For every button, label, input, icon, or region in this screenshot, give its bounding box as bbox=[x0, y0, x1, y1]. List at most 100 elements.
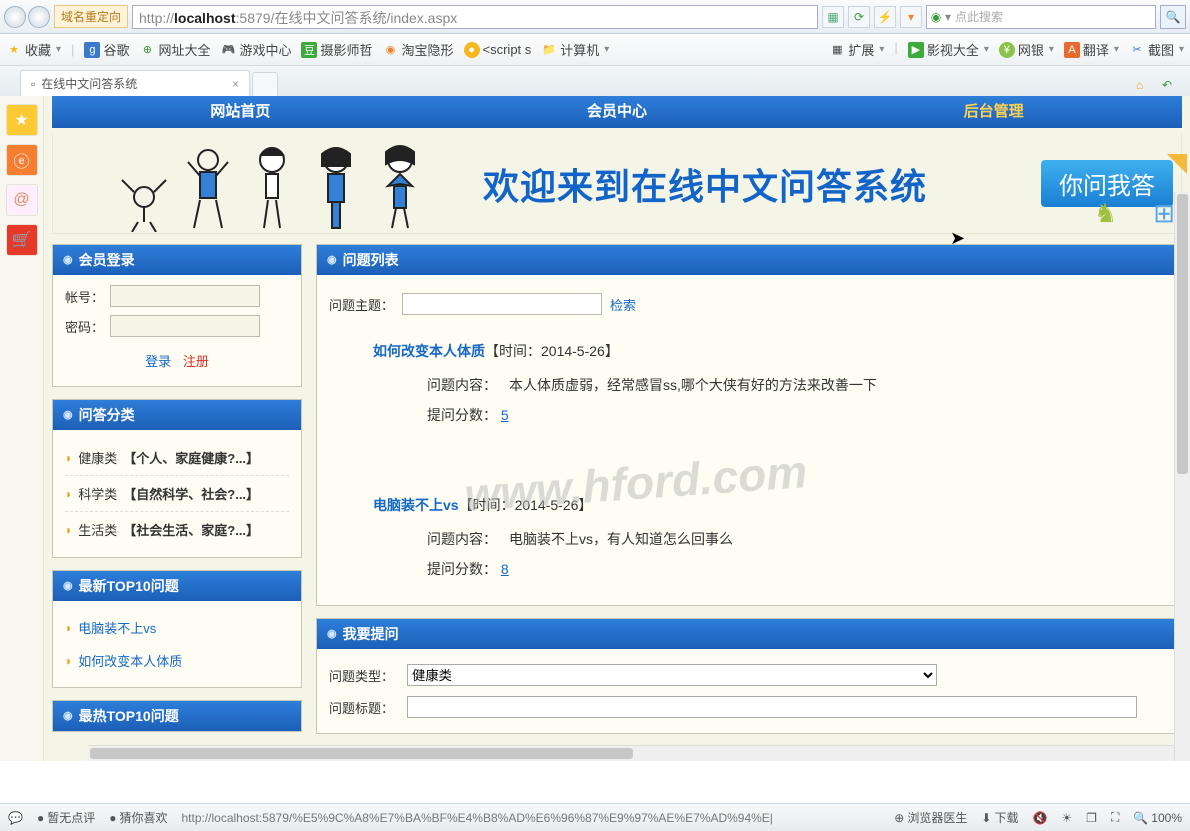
mute-icon[interactable]: 🔇 bbox=[1032, 811, 1047, 825]
question-title-link[interactable]: 如何改变本人体质 bbox=[373, 343, 485, 359]
category-row[interactable]: ◗生活类 【社会生活、家庭?...】 bbox=[65, 512, 289, 547]
status-url: http://localhost:5879/%E5%9C%A8%E7%BA%BF… bbox=[181, 811, 880, 825]
subject-label: 问题标题： bbox=[329, 698, 399, 717]
question-item: 如何改变本人体质【时间：2014-5-26】 问题内容：本人体质虚弱，经常感冒s… bbox=[373, 341, 1169, 425]
top10-row[interactable]: ◗如何改变本人体质 bbox=[65, 644, 289, 677]
sidebar-cart-icon[interactable]: 🛒 bbox=[6, 224, 38, 256]
favorites-menu[interactable]: ★收藏▾ bbox=[6, 40, 61, 59]
type-label: 问题类型： bbox=[329, 666, 399, 685]
question-list-title: 问题列表 bbox=[317, 245, 1181, 275]
bank-menu[interactable]: ¥网银▾ bbox=[999, 40, 1054, 59]
search-box[interactable]: ◉ ▾ 点此搜索 bbox=[926, 5, 1156, 29]
nav-home[interactable]: 网站首页 bbox=[52, 96, 429, 128]
vertical-scrollbar[interactable] bbox=[1174, 192, 1190, 761]
points-link[interactable]: 8 bbox=[501, 561, 509, 577]
bookmark-taobao[interactable]: ◉淘宝隐形 bbox=[383, 40, 454, 59]
question-search-input[interactable] bbox=[402, 293, 602, 315]
bookmark-bar: ★收藏▾ | g谷歌 ⊕网址大全 🎮游戏中心 豆摄影师哲 ◉淘宝隐形 ●<scr… bbox=[0, 34, 1190, 66]
content-text: 本人体质虚弱，经常感冒ss,哪个大侠有好的方法来改善一下 bbox=[509, 375, 877, 395]
bullet-icon: ◗ bbox=[65, 654, 72, 668]
hot10-panel: 最热TOP10问题 bbox=[52, 700, 302, 732]
login-link[interactable]: 登录 bbox=[145, 354, 171, 369]
browser-doctor[interactable]: ⊕ 浏览器医生 bbox=[894, 809, 967, 826]
category-row[interactable]: ◗科学类 【自然科学、社会?...】 bbox=[65, 476, 289, 512]
bullet-icon: ◗ bbox=[65, 523, 72, 537]
forward-button[interactable] bbox=[28, 6, 50, 28]
refresh-icon[interactable]: ⟳ bbox=[848, 6, 870, 28]
welcome-text: 欢迎来到在线中文问答系统 bbox=[483, 158, 1041, 210]
hot10-panel-title: 最热TOP10问题 bbox=[53, 701, 301, 731]
restore-icon[interactable]: ↶ bbox=[1162, 78, 1180, 96]
android-icon[interactable]: ♞ bbox=[1094, 198, 1117, 229]
sidebar-at-icon[interactable]: @ bbox=[6, 184, 38, 216]
category-row[interactable]: ◗健康类 【个人、家庭健康?...】 bbox=[65, 440, 289, 476]
search-button[interactable]: 🔍 bbox=[1160, 5, 1186, 29]
windows-icon[interactable]: ⊞ bbox=[1153, 198, 1175, 229]
search-engine-icon[interactable]: ◉ bbox=[927, 10, 945, 24]
tab-title: 在线中文问答系统 bbox=[41, 75, 137, 92]
register-link[interactable]: 注册 bbox=[183, 354, 209, 369]
bookmark-computer[interactable]: 📁计算机▾ bbox=[541, 40, 609, 59]
video-menu[interactable]: ▶影视大全▾ bbox=[908, 40, 989, 59]
dropdown-icon[interactable]: ▾ bbox=[900, 6, 922, 28]
site-top-nav: 网站首页 会员中心 后台管理 bbox=[52, 96, 1182, 128]
page-icon: ▫ bbox=[31, 77, 35, 91]
address-bar[interactable]: http://localhost:5879/在线中文问答系统/index.asp… bbox=[132, 5, 818, 29]
banner: 欢迎来到在线中文问答系统 你问我答 ♞ ⊞ bbox=[52, 134, 1182, 234]
guess-like[interactable]: ● 猜你喜欢 bbox=[109, 809, 167, 826]
bookmark-photo[interactable]: 豆摄影师哲 bbox=[301, 40, 372, 59]
zoom[interactable]: 🔍 100% bbox=[1133, 811, 1182, 825]
nav-admin[interactable]: 后台管理 bbox=[805, 96, 1182, 128]
bookmark-games[interactable]: 🎮游戏中心 bbox=[220, 40, 291, 59]
new-tab-button[interactable] bbox=[252, 72, 278, 96]
qr-icon[interactable]: ▦ bbox=[822, 6, 844, 28]
bookmark-google[interactable]: g谷歌 bbox=[84, 40, 129, 59]
download[interactable]: ⬇ 下载 bbox=[981, 809, 1018, 826]
screenshot-menu[interactable]: ✂截图▾ bbox=[1129, 40, 1184, 59]
points-link[interactable]: 5 bbox=[501, 407, 509, 423]
status-bar: 💬 ● 暂无点评 ● 猜你喜欢 http://localhost:5879/%E… bbox=[0, 803, 1190, 831]
bookmark-url-all[interactable]: ⊕网址大全 bbox=[139, 40, 210, 59]
tab-qa-system[interactable]: ▫ 在线中文问答系统 × bbox=[20, 70, 250, 96]
bullet-icon: ◗ bbox=[65, 487, 72, 501]
search-placeholder: 点此搜索 bbox=[951, 8, 1155, 25]
login-panel-title: 会员登录 bbox=[53, 245, 301, 275]
cartoon-figures bbox=[53, 136, 483, 232]
no-comment[interactable]: ● 暂无点评 bbox=[37, 809, 95, 826]
content-label: 问题内容： bbox=[427, 529, 497, 549]
windows-icon[interactable]: ❐ bbox=[1086, 811, 1097, 825]
horizontal-scrollbar[interactable] bbox=[88, 745, 1174, 761]
compat-icon[interactable]: ⚡ bbox=[874, 6, 896, 28]
url-host: localhost bbox=[174, 10, 235, 26]
search-link[interactable]: 检索 bbox=[610, 295, 636, 314]
password-input[interactable] bbox=[110, 315, 260, 337]
top10-row[interactable]: ◗电脑装不上vs bbox=[65, 611, 289, 644]
top10-panel-title: 最新TOP10问题 bbox=[53, 571, 301, 601]
question-title-link[interactable]: 电脑装不上vs bbox=[373, 497, 459, 513]
tab-strip: ▫ 在线中文问答系统 × ⌂ ↶ bbox=[0, 66, 1190, 96]
tab-close-icon[interactable]: × bbox=[232, 77, 239, 91]
question-item: 电脑装不上vs【时间：2014-5-26】 问题内容：电脑装不上vs，有人知道怎… bbox=[373, 495, 1169, 579]
workspace: ★ ⓔ @ 🛒 网站首页 会员中心 后台管理 ➤ 欢迎来到在线中文问答系统 你问… bbox=[0, 96, 1190, 761]
bullet-icon: ◗ bbox=[65, 621, 72, 635]
user-label: 帐号： bbox=[65, 287, 104, 306]
ask-form-panel: 我要提问 问题类型： 健康类 问题标题： bbox=[316, 618, 1182, 734]
mini-sidebar: ★ ⓔ @ 🛒 bbox=[0, 96, 44, 761]
home-icon[interactable]: ⌂ bbox=[1136, 78, 1154, 96]
ext-menu[interactable]: ▦扩展▾ bbox=[829, 40, 884, 59]
page-content: 网站首页 会员中心 后台管理 ➤ 欢迎来到在线中文问答系统 你问我答 ♞ ⊞ bbox=[44, 96, 1190, 761]
sidebar-star-icon[interactable]: ★ bbox=[6, 104, 38, 136]
question-time: 【时间：2014-5-26】 bbox=[459, 497, 593, 513]
points-label: 提问分数： bbox=[427, 407, 497, 423]
sidebar-weibo-icon[interactable]: ⓔ bbox=[6, 144, 38, 176]
comment-icon[interactable]: 💬 bbox=[8, 811, 23, 825]
sun-icon[interactable]: ☀ bbox=[1061, 811, 1072, 825]
bookmark-script[interactable]: ●<script s bbox=[464, 42, 532, 58]
question-subject-input[interactable] bbox=[407, 696, 1137, 718]
nav-member[interactable]: 会员中心 bbox=[429, 96, 806, 128]
back-button[interactable] bbox=[4, 6, 26, 28]
fullscreen-icon[interactable]: ⛶ bbox=[1111, 810, 1119, 825]
question-type-select[interactable]: 健康类 bbox=[407, 664, 937, 686]
translate-menu[interactable]: A翻译▾ bbox=[1064, 40, 1119, 59]
username-input[interactable] bbox=[110, 285, 260, 307]
